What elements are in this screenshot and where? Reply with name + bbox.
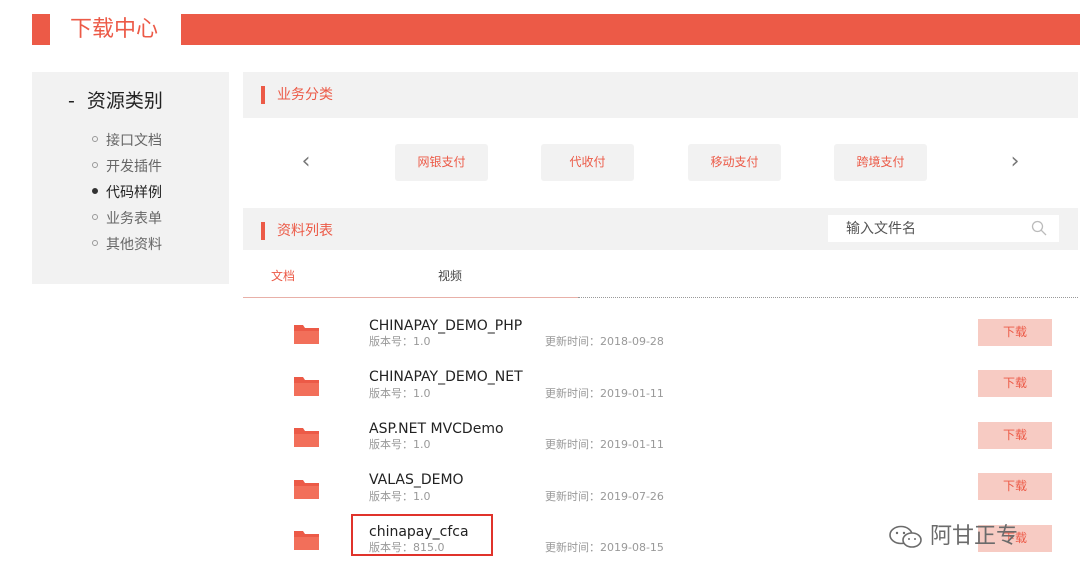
category-mobile-payment-button[interactable]: 移动支付 <box>688 144 781 181</box>
highlight-annotation-box <box>351 514 493 556</box>
resource-list-title: 资料列表 <box>277 223 333 239</box>
bullet-icon <box>92 240 98 246</box>
sidebar-item-label: 业务表单 <box>106 211 162 227</box>
business-category-bar: 业务分类 <box>243 72 1078 118</box>
bullet-icon <box>92 136 98 142</box>
download-button[interactable]: 下载 <box>978 319 1052 346</box>
watermark-text: 阿甘正专 <box>930 524 1019 549</box>
file-version: 版本号：1.0 <box>369 438 431 451</box>
bullet-icon <box>92 214 98 220</box>
file-version: 版本号：1.0 <box>369 387 431 400</box>
sidebar-item-label: 开发插件 <box>106 159 162 175</box>
file-updated: 更新时间：2019-01-11 <box>545 387 664 400</box>
file-updated: 更新时间：2019-01-11 <box>545 438 664 451</box>
download-button[interactable]: 下载 <box>978 370 1052 397</box>
file-updated: 更新时间：2018-09-28 <box>545 335 664 348</box>
folder-icon <box>294 377 319 396</box>
sidebar-item-label: 接口文档 <box>106 133 162 149</box>
file-updated: 更新时间：2019-08-15 <box>545 541 664 554</box>
tab-videos[interactable]: 视频 <box>438 268 462 284</box>
sidebar-heading-dash: - <box>68 90 75 112</box>
file-updated: 更新时间：2019-07-26 <box>545 490 664 503</box>
sidebar-item-api-docs[interactable]: 接口文档 <box>92 131 162 151</box>
folder-icon <box>294 325 319 344</box>
header-accent-block <box>32 14 50 45</box>
tab-documents[interactable]: 文档 <box>271 268 295 284</box>
bullet-icon <box>92 188 98 194</box>
chevron-right-icon[interactable]: › <box>1003 144 1027 180</box>
sidebar-item-other-materials[interactable]: 其他资料 <box>92 235 162 255</box>
sidebar-item-code-samples[interactable]: 代码样例 <box>92 183 162 203</box>
section-marker <box>261 86 265 104</box>
header-bar <box>181 14 1080 45</box>
folder-icon <box>294 480 319 499</box>
tab-divider <box>578 297 1078 298</box>
sidebar-heading-label: 资源类别 <box>86 90 163 112</box>
search-icon[interactable] <box>1031 220 1047 236</box>
folder-icon <box>294 428 319 447</box>
sidebar-item-label: 其他资料 <box>106 237 162 253</box>
category-cross-border-payment-button[interactable]: 跨境支付 <box>834 144 927 181</box>
sidebar-item-dev-plugins[interactable]: 开发插件 <box>92 157 162 177</box>
sidebar-item-business-forms[interactable]: 业务表单 <box>92 209 162 229</box>
bullet-icon <box>92 162 98 168</box>
business-category-title: 业务分类 <box>277 87 333 103</box>
download-button[interactable]: 下载 <box>978 473 1052 500</box>
search-input[interactable] <box>828 215 1026 242</box>
file-name[interactable]: CHINAPAY_DEMO_PHP <box>369 317 522 335</box>
tab-active-underline <box>243 297 578 298</box>
download-button[interactable]: 下载 <box>978 422 1052 449</box>
file-name[interactable]: VALAS_DEMO <box>369 471 464 489</box>
category-online-banking-button[interactable]: 网银支付 <box>395 144 488 181</box>
file-name[interactable]: CHINAPAY_DEMO_NET <box>369 368 523 386</box>
chat-bubble-icon <box>889 525 922 548</box>
sidebar-item-label: 代码样例 <box>106 185 162 201</box>
page-title: 下载中心 <box>70 17 159 42</box>
section-marker <box>261 222 265 240</box>
category-collection-payment-button[interactable]: 代收付 <box>541 144 634 181</box>
file-version: 版本号：1.0 <box>369 490 431 503</box>
file-version: 版本号：1.0 <box>369 335 431 348</box>
folder-icon <box>294 531 319 550</box>
chevron-left-icon[interactable]: ‹ <box>294 144 318 180</box>
search-box <box>828 215 1059 242</box>
file-name[interactable]: ASP.NET MVCDemo <box>369 420 504 438</box>
watermark: 阿甘正专 <box>888 522 1018 552</box>
sidebar-heading: - 资源类别 <box>68 90 163 112</box>
